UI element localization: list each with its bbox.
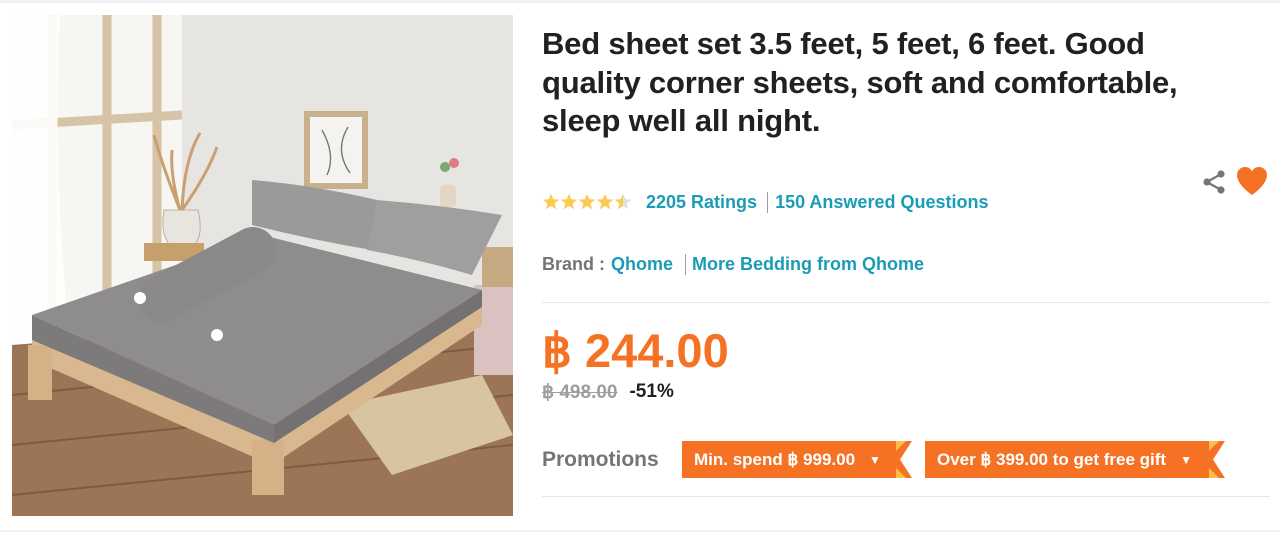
promotions-label: Promotions [542,448,659,471]
promo-tail-icon [1209,441,1225,478]
promotion-free-gift-button[interactable]: Over ฿ 399.00 to get free gift ▼ [925,441,1225,478]
brand-link[interactable]: Qhome [611,254,673,275]
original-price-row: ฿ 498.00 -51% [542,380,674,404]
separator [767,191,769,213]
promotion-min-spend-button[interactable]: Min. spend ฿ 999.00 ▼ [682,441,912,478]
star-rating [542,193,634,211]
caret-down-icon: ▼ [1180,452,1192,467]
brand-row: Brand : Qhome More Bedding from Qhome [542,253,924,275]
separator [685,253,687,275]
brand-label: Brand : [542,253,605,274]
answered-questions-link[interactable]: 150 Answered Questions [775,192,988,213]
wishlist-heart-icon[interactable] [1235,165,1269,197]
top-divider [0,0,1280,3]
original-price: ฿ 498.00 [542,381,618,403]
product-image[interactable] [12,15,513,516]
ratings-link[interactable]: 2205 Ratings [646,192,757,213]
product-title: Bed sheet set 3.5 feet, 5 feet, 6 feet. … [542,26,1178,138]
promotion-text: Min. spend ฿ 999.00 [694,449,856,469]
promo-tail-icon [896,441,912,478]
section-divider [542,302,1270,303]
discount-badge: -51% [629,381,674,402]
star-icons [542,193,632,210]
current-price: ฿ 244.00 [542,324,729,377]
caret-down-icon: ▼ [869,452,881,467]
promotion-text: Over ฿ 399.00 to get free gift [937,449,1167,469]
bottom-divider [0,530,1280,532]
share-icon[interactable] [1200,168,1228,196]
rating-row: 2205 Ratings 150 Answered Questions [542,191,988,213]
product-photo [12,15,513,516]
section-divider [542,496,1270,497]
more-from-brand-link[interactable]: More Bedding from Qhome [692,254,924,275]
